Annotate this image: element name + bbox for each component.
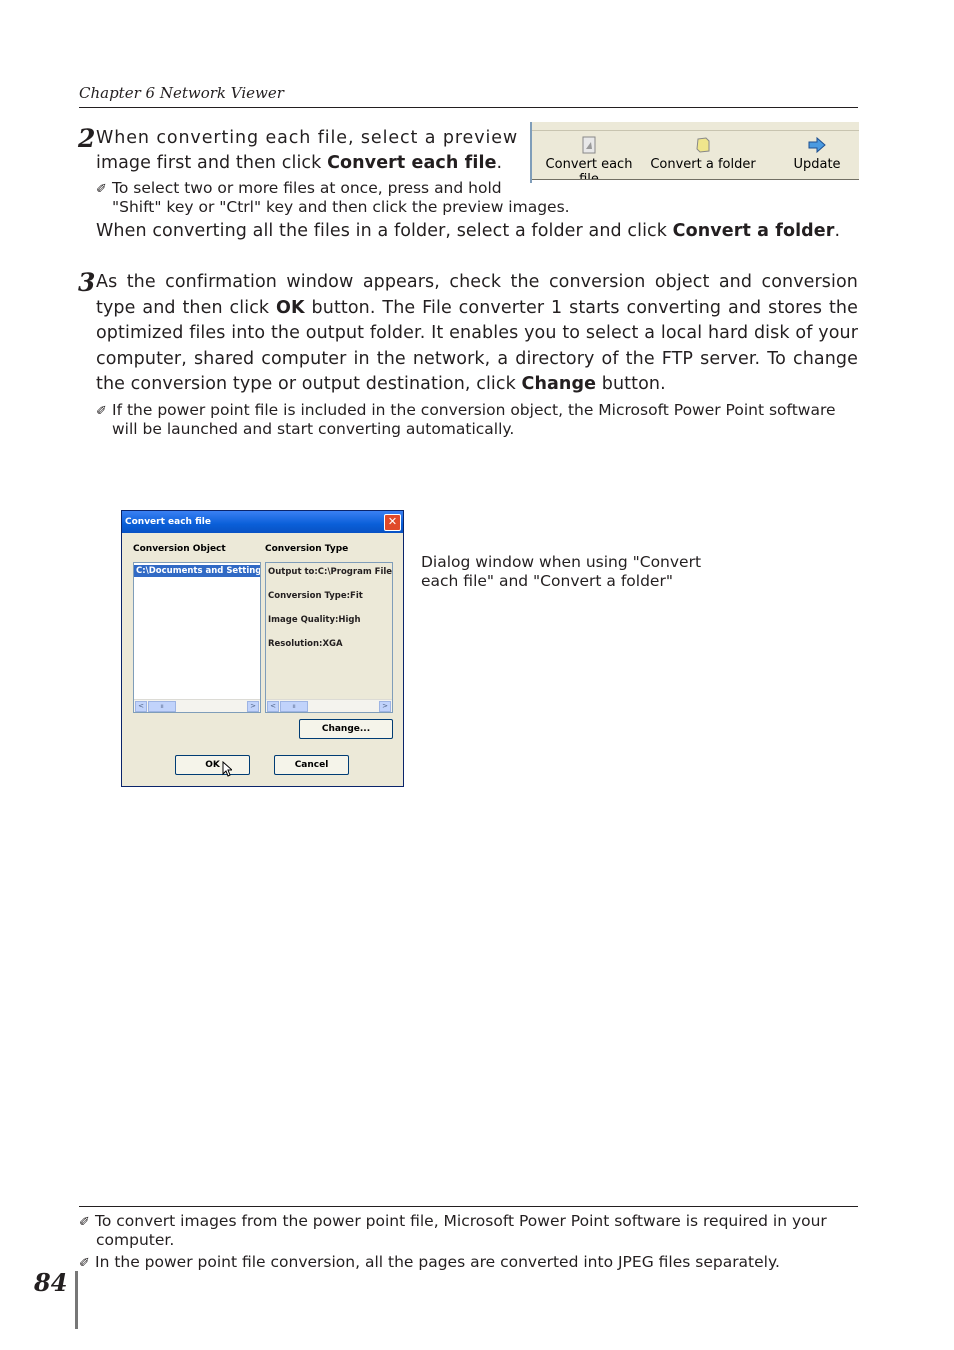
pencil-icon: ✐ — [79, 1215, 90, 1230]
dialog-caption: Dialog window when using "Convert each f… — [421, 553, 721, 591]
scroll-left-icon[interactable]: < — [135, 701, 147, 712]
conversion-type-label: Conversion Type — [265, 544, 349, 554]
update-button[interactable]: Update — [782, 136, 852, 172]
text: button. — [596, 374, 666, 394]
mouse-cursor-icon — [222, 761, 232, 777]
text: When converting all the files in a folde… — [96, 221, 673, 241]
step3-note: ✐ If the power point file is included in … — [96, 401, 836, 421]
page-number-bar — [75, 1271, 78, 1329]
type-item-output: Output to:C:\Program Files — [268, 567, 392, 577]
note-text: To select two or more files at once, pre… — [112, 179, 502, 197]
footnote-text: To convert images from the power point f… — [95, 1212, 827, 1230]
step-number-3: 3 — [78, 268, 96, 297]
scroll-thumb[interactable]: ıı — [148, 701, 176, 712]
pencil-icon: ✐ — [96, 404, 107, 419]
arrow-right-icon — [808, 136, 826, 154]
conversion-object-list[interactable]: C:\Documents and Settings < ıı > — [133, 562, 261, 713]
text: . — [834, 221, 841, 241]
bold-term: Convert a folder — [672, 221, 835, 241]
type-item-resolution: Resolution:XGA — [268, 639, 343, 649]
scroll-left-icon[interactable]: < — [267, 701, 279, 712]
footnote-1-line2: computer. — [96, 1231, 175, 1249]
text: . — [496, 153, 503, 173]
toolbar-screenshot: Convert each file Convert a folder Updat… — [530, 122, 859, 187]
cancel-button[interactable]: Cancel — [274, 755, 349, 775]
footnote-divider — [79, 1206, 858, 1207]
caption-line: each file" and "Convert a folder" — [421, 572, 673, 590]
dialog-title: Convert each file — [122, 511, 403, 533]
step3-paragraph: As the confirmation window appears, chec… — [96, 270, 858, 398]
toolbar-bottom-edge — [532, 179, 859, 183]
step2-note: ✐ To select two or more files at once, pr… — [96, 179, 502, 199]
step-number-2: 2 — [78, 124, 96, 153]
ok-button[interactable]: OK — [175, 755, 250, 775]
change-button[interactable]: Change... — [299, 719, 393, 739]
step2-line2: image first and then click Convert each … — [96, 151, 502, 177]
button-label: Update — [793, 157, 841, 172]
step3-note-line2: will be launched and start converting au… — [112, 420, 515, 438]
bold-term: OK — [276, 297, 305, 318]
scroll-thumb[interactable]: ıı — [280, 701, 308, 712]
header-divider — [79, 107, 858, 108]
conversion-type-list: Output to:C:\Program Files Conversion Ty… — [265, 562, 393, 713]
scroll-right-icon[interactable]: > — [247, 701, 259, 712]
footnote-text: In the power point file conversion, all … — [95, 1253, 780, 1271]
type-item-conversion: Conversion Type:Fit — [268, 591, 363, 601]
step2-line1: When converting each file, select a prev… — [96, 128, 519, 148]
scroll-right-icon[interactable]: > — [379, 701, 391, 712]
caption-line: Dialog window when using "Convert — [421, 553, 702, 571]
footnote-1: ✐ To convert images from the power point … — [79, 1212, 849, 1232]
text: image first and then click — [96, 153, 328, 173]
folder-icon — [696, 137, 710, 153]
chapter-header: Chapter 6 Network Viewer — [79, 84, 284, 102]
button-label: Convert a folder — [650, 157, 756, 172]
type-item-quality: Image Quality:High — [268, 615, 361, 625]
file-icon — [582, 136, 596, 154]
bold-term: Change — [521, 374, 597, 394]
note-text: If the power point file is included in t… — [112, 401, 836, 419]
convert-dialog: Convert each file ✕ Conversion Object Co… — [121, 510, 404, 787]
close-icon[interactable]: ✕ — [384, 514, 401, 531]
toolbar-top-band — [532, 122, 859, 131]
step2-folder-text: When converting all the files in a folde… — [96, 219, 840, 245]
footnote-2: ✐ In the power point file conversion, all… — [79, 1253, 780, 1273]
page-number: 84 — [34, 1268, 68, 1297]
bold-term: Convert each file — [327, 153, 497, 173]
horizontal-scrollbar[interactable]: < ıı > — [134, 699, 260, 712]
step2-note-line2: "Shift" key or "Ctrl" key and then click… — [112, 198, 570, 216]
horizontal-scrollbar[interactable]: < ıı > — [266, 699, 392, 712]
pencil-icon: ✐ — [79, 1256, 90, 1271]
conversion-object-label: Conversion Object — [133, 544, 226, 554]
convert-a-folder-button[interactable]: Convert a folder — [648, 136, 758, 172]
list-item[interactable]: C:\Documents and Settings — [134, 565, 260, 577]
pencil-icon: ✐ — [96, 182, 107, 197]
